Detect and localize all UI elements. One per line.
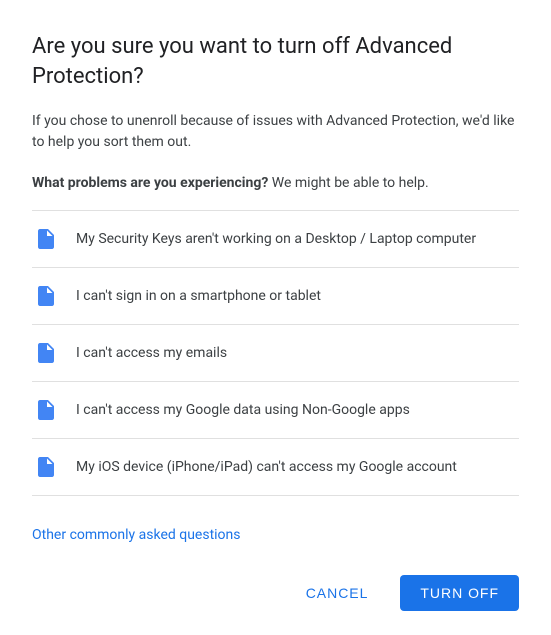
help-items-list: My Security Keys aren't working on a Des…	[32, 210, 519, 511]
list-item-4-text: I can't access my Google data using Non-…	[76, 401, 410, 421]
turn-off-button[interactable]: TURN OFF	[400, 575, 519, 611]
dialog-footer: CANCEL TURN OFF	[32, 567, 519, 611]
list-item-2-text: I can't sign in on a smartphone or table…	[76, 287, 321, 307]
doc-icon-2	[32, 282, 60, 310]
list-item-4[interactable]: I can't access my Google data using Non-…	[32, 382, 519, 439]
list-item-5-text: My iOS device (iPhone/iPad) can't access…	[76, 458, 457, 478]
list-item-1[interactable]: My Security Keys aren't working on a Des…	[32, 211, 519, 268]
list-item-2[interactable]: I can't sign in on a smartphone or table…	[32, 268, 519, 325]
doc-icon-3	[32, 339, 60, 367]
dialog-subtitle: If you chose to unenroll because of issu…	[32, 111, 519, 153]
list-item-3-text: I can't access my emails	[76, 344, 227, 364]
list-item-1-text: My Security Keys aren't working on a Des…	[76, 230, 476, 250]
dialog-container: Are you sure you want to turn off Advanc…	[0, 0, 551, 635]
problems-heading-bold: What problems are you experiencing?	[32, 175, 268, 191]
problems-heading: What problems are you experiencing? We m…	[32, 173, 519, 194]
list-item-5[interactable]: My iOS device (iPhone/iPad) can't access…	[32, 439, 519, 496]
cancel-button[interactable]: CANCEL	[286, 575, 389, 611]
doc-icon-4	[32, 396, 60, 424]
dialog-title: Are you sure you want to turn off Advanc…	[32, 32, 519, 91]
list-item-3[interactable]: I can't access my emails	[32, 325, 519, 382]
doc-icon-1	[32, 225, 60, 253]
other-questions-link[interactable]: Other commonly asked questions	[32, 527, 519, 543]
doc-icon-5	[32, 453, 60, 481]
problems-heading-rest: We might be able to help.	[268, 175, 428, 191]
